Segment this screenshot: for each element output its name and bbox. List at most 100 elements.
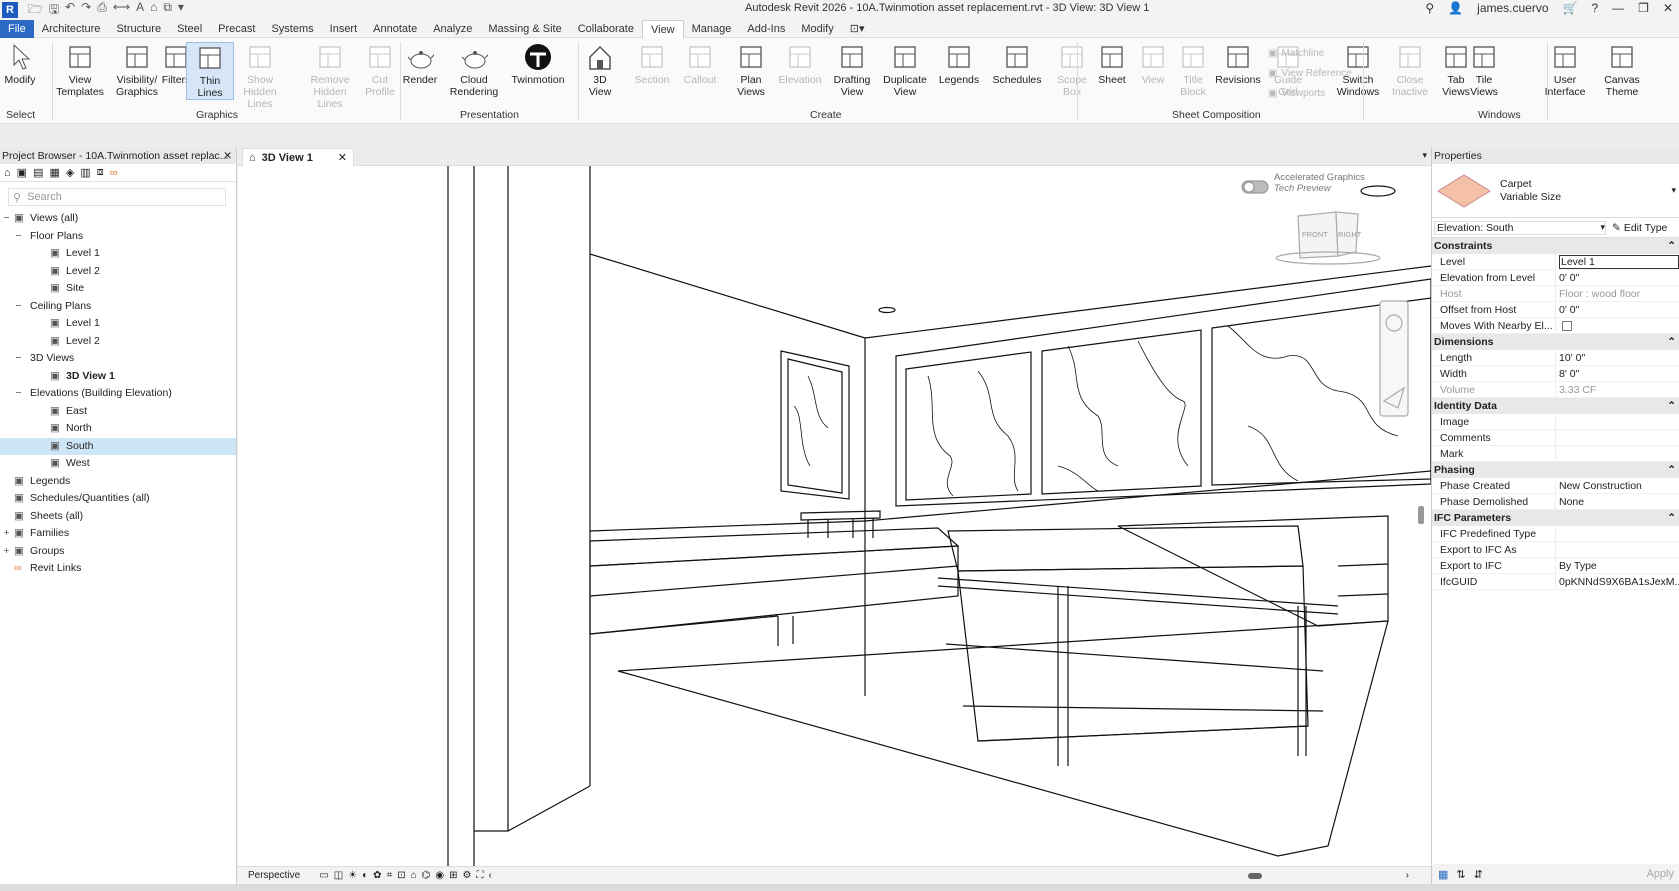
show-hidden-button[interactable]: Show Hidden Lines <box>236 42 284 110</box>
vertical-scrollbar[interactable] <box>1418 506 1424 524</box>
crop-view-icon[interactable]: ⌗ <box>387 870 393 881</box>
text-icon[interactable]: A <box>136 0 144 21</box>
collapse-section-icon[interactable]: ⌃ <box>1667 462 1676 478</box>
property-value[interactable]: 0' 0" <box>1556 302 1679 317</box>
property-value[interactable] <box>1556 414 1679 429</box>
apply-button[interactable]: Apply <box>1646 868 1674 880</box>
section-phasing[interactable]: Phasing ⌃ <box>1432 462 1679 478</box>
user-name[interactable]: james.cuervo <box>1477 1 1548 15</box>
sort-az-icon[interactable]: ⇅ <box>1456 868 1465 881</box>
user-interface-button[interactable]: User Interface <box>1541 42 1589 98</box>
property-value[interactable] <box>1556 318 1679 333</box>
property-value[interactable] <box>1556 446 1679 461</box>
tree-item[interactable]: ▣ Level 1 <box>0 245 236 263</box>
small-button-viewports[interactable]: ▣ Viewports <box>1268 88 1325 99</box>
revisions-button[interactable]: Revisions <box>1214 42 1262 86</box>
3d-view-button[interactable]: 3D View <box>576 42 624 98</box>
viewcube[interactable] <box>1275 211 1381 265</box>
expand-icon[interactable]: + <box>2 525 11 543</box>
tree-item[interactable]: ▣ Schedules/Quantities (all) <box>0 490 236 508</box>
print-icon[interactable]: ⎙ <box>97 0 107 21</box>
collapse-icon[interactable]: − <box>14 350 23 368</box>
user-icon[interactable]: 👤 <box>1448 1 1463 15</box>
tab-steel[interactable]: Steel <box>169 20 210 38</box>
ribbon-options-icon[interactable]: ⊡▾ <box>842 20 873 38</box>
tab-collaborate[interactable]: Collaborate <box>570 20 642 38</box>
tree-item[interactable]: ∞ Revit Links <box>0 560 236 578</box>
edit-type-button[interactable]: Edit Type <box>1624 222 1668 234</box>
browser-schedules-icon[interactable]: ▤ <box>33 166 43 179</box>
tab-annotate[interactable]: Annotate <box>365 20 425 38</box>
tab-insert[interactable]: Insert <box>322 20 366 38</box>
tree-item[interactable]: ▣ 3D View 1 <box>0 368 236 386</box>
restore-icon[interactable]: ❐ <box>1638 1 1649 15</box>
tree-item[interactable]: ▣ North <box>0 420 236 438</box>
tree-item[interactable]: ▣ Level 2 <box>0 333 236 351</box>
show-crop-icon[interactable]: ⊡ <box>397 870 405 881</box>
3d-view-quick-icon[interactable]: ⌂ <box>150 0 157 21</box>
help-icon[interactable]: ? <box>1591 1 1598 15</box>
tab-modify[interactable]: Modify <box>793 20 841 38</box>
home-icon[interactable]: ⌂ <box>4 167 11 179</box>
duplicate-view-button[interactable]: Duplicate View <box>881 42 929 98</box>
minimize-icon[interactable]: — <box>1612 1 1624 15</box>
render-button[interactable]: Render <box>396 42 444 86</box>
close-hidden-icon[interactable]: ⧉ <box>163 0 172 21</box>
small-button-view-reference[interactable]: ▣ View Reference <box>1268 68 1352 79</box>
browser-families-icon[interactable]: ◈ <box>66 166 74 179</box>
collapse-section-icon[interactable]: ⌃ <box>1667 398 1676 414</box>
binoculars-icon[interactable]: ⚲ <box>1425 1 1434 15</box>
drafting-view-button[interactable]: Drafting View <box>828 42 876 98</box>
tree-item[interactable]: ▣ Sheets (all) <box>0 508 236 526</box>
view-mode-label[interactable]: Perspective <box>248 870 300 881</box>
tab-3d-view-1[interactable]: ⌂ 3D View 1 ✕ <box>242 148 354 166</box>
property-value[interactable]: None <box>1556 494 1679 509</box>
sort-icon[interactable]: ▦ <box>1438 868 1448 881</box>
accelerated-graphics-toggle[interactable] <box>1241 180 1269 194</box>
property-value[interactable]: 10' 0" <box>1556 350 1679 365</box>
tab-structure[interactable]: Structure <box>108 20 169 38</box>
tile-views-button[interactable]: Tile Views <box>1460 42 1508 98</box>
tree-item[interactable]: + ▣ Families <box>0 525 236 543</box>
browser-filter-icon[interactable]: ⧈ <box>97 166 104 179</box>
property-value[interactable]: 0pKNNdS9X6BA1sJexM... <box>1556 574 1679 589</box>
model-drawing[interactable] <box>238 166 1431 866</box>
section-identity-data[interactable]: Identity Data ⌃ <box>1432 398 1679 414</box>
tab-manage[interactable]: Manage <box>684 20 740 38</box>
section-ifc-parameters[interactable]: IFC Parameters ⌃ <box>1432 510 1679 526</box>
expand-icon[interactable]: + <box>2 543 11 561</box>
cloud-rendering-button[interactable]: Cloud Rendering <box>450 42 498 98</box>
group-select[interactable]: Select <box>6 109 35 121</box>
tree-item[interactable]: − Floor Plans <box>0 228 236 246</box>
tree-item[interactable]: ▣ South <box>0 437 236 455</box>
worksharing-icon[interactable]: ⊞ <box>449 870 457 881</box>
legends-button[interactable]: Legends <box>935 42 983 86</box>
section-constraints[interactable]: Constraints ⌃ <box>1432 238 1679 254</box>
plan-views-button[interactable]: Plan Views <box>727 42 775 98</box>
tab-precast[interactable]: Precast <box>210 20 263 38</box>
tab-add-ins[interactable]: Add-Ins <box>739 20 793 38</box>
collapse-section-icon[interactable]: ⌃ <box>1667 238 1676 254</box>
undo-icon[interactable]: ↶ <box>65 0 75 21</box>
tree-item[interactable]: − ▣ Views (all) <box>0 210 236 228</box>
shadows-icon[interactable]: ◐ <box>362 870 368 881</box>
steering-wheel-ring[interactable] <box>1360 185 1396 197</box>
section-dimensions[interactable]: Dimensions ⌃ <box>1432 334 1679 350</box>
3d-view-canvas[interactable]: Accelerated Graphics Tech Preview FRONT … <box>238 166 1431 866</box>
small-button-matchline[interactable]: ▣ Matchline <box>1268 48 1324 59</box>
type-selector[interactable]: Carpet Variable Size ▾ <box>1432 164 1679 218</box>
property-value[interactable]: 8' 0" <box>1556 366 1679 381</box>
tab-file[interactable]: File <box>0 19 34 38</box>
collapse-section-icon[interactable]: ⌃ <box>1667 510 1676 526</box>
sort-za-icon[interactable]: ⇵ <box>1474 868 1483 881</box>
close-browser-icon[interactable]: ✕ <box>223 148 232 164</box>
revit-logo-icon[interactable]: R <box>2 2 18 18</box>
thin-lines-button[interactable]: Thin Lines <box>186 42 234 100</box>
lock-view-icon[interactable]: ⌂ <box>411 870 417 881</box>
remove-hidden-button[interactable]: Remove Hidden Lines <box>306 42 354 110</box>
tree-item[interactable]: ▣ Level 1 <box>0 315 236 333</box>
viewcube-right-label[interactable]: RIGHT <box>1338 230 1361 239</box>
canvas-theme-button[interactable]: Canvas Theme <box>1598 42 1646 98</box>
browser-views-icon[interactable]: ▣ <box>17 166 27 179</box>
modify-button[interactable]: Modify <box>0 42 44 86</box>
